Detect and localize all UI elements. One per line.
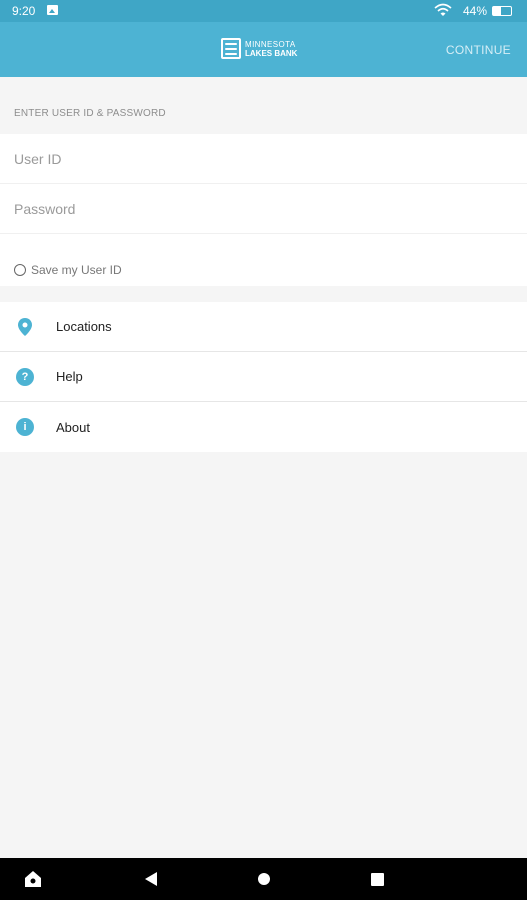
status-time: 9:20 [12,4,36,18]
status-bar: 9:20 44% [0,0,527,22]
menu-item-label: Locations [56,319,112,334]
bank-logo-text: MINNESOTA LAKES BANK [245,40,297,58]
recents-icon[interactable] [368,858,386,900]
password-row [0,184,527,234]
help-icon: ? [16,367,34,386]
wifi-icon [434,3,452,20]
menu-item-about[interactable]: i About [0,402,527,452]
menu-item-label: Help [56,369,83,384]
menu-list: Locations ? Help i About [0,302,527,452]
logo-line-1: MINNESOTA [245,39,296,49]
menu-item-label: About [56,419,90,435]
home-app-icon[interactable] [22,858,44,900]
system-nav-bar [0,858,527,900]
image-notification-icon [47,5,58,15]
bank-logo: MINNESOTA LAKES BANK [221,38,297,59]
app-bar: MINNESOTA LAKES BANK CONTINUE [0,22,527,77]
battery-level [493,7,501,15]
logo-line-2: LAKES BANK [245,48,298,58]
menu-item-locations[interactable]: Locations [0,302,527,352]
login-card: Save my User ID [0,134,527,286]
password-input[interactable] [14,201,513,217]
battery-percent: 44% [463,4,488,18]
continue-button[interactable]: CONTINUE [446,43,511,57]
user-id-input[interactable] [14,151,513,167]
home-icon[interactable] [255,858,273,900]
login-section-label: ENTER USER ID & PASSWORD [14,108,166,119]
battery-icon [492,6,512,16]
location-pin-icon [16,317,34,336]
menu-item-help[interactable]: ? Help [0,352,527,402]
save-user-id-label: Save my User ID [31,263,122,277]
save-user-id-row[interactable]: Save my User ID [0,234,527,286]
back-icon[interactable] [142,858,160,900]
user-id-row [0,134,527,184]
save-user-id-radio[interactable] [14,264,26,276]
bank-logo-mark [221,38,241,59]
info-icon: i [16,418,34,436]
